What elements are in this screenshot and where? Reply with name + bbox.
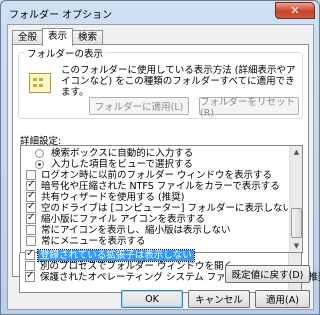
list-item[interactable]: 縮小版にファイル アイコンを表示する bbox=[23, 212, 291, 225]
list-item[interactable]: 常にメニューを表示する bbox=[23, 236, 291, 247]
scroll-down-icon[interactable]: ▼ bbox=[291, 240, 302, 252]
apply-button[interactable]: 適用(A) bbox=[255, 290, 310, 308]
list-item[interactable]: 入力した項目をビューで選択する bbox=[23, 159, 291, 170]
tab-search[interactable]: 検索 bbox=[72, 30, 104, 45]
folder-view-icon bbox=[29, 73, 51, 93]
checkbox[interactable] bbox=[26, 212, 36, 224]
reset-folders-button[interactable]: フォルダーをリセット(R) bbox=[199, 97, 299, 119]
ok-button[interactable]: OK bbox=[121, 290, 183, 308]
checkbox[interactable] bbox=[26, 225, 36, 235]
list-item[interactable]: 常にアイコンを表示し、縮小版は表示しない bbox=[23, 225, 291, 236]
scroll-up-icon[interactable]: ▲ bbox=[291, 146, 302, 158]
radio-button[interactable] bbox=[35, 149, 44, 158]
tab-view[interactable]: 表示 bbox=[42, 28, 74, 46]
list-scrollbar[interactable]: ▲ ▼ bbox=[289, 146, 302, 252]
close-icon: ✕ bbox=[290, 4, 300, 17]
scroll-thumb[interactable] bbox=[291, 208, 302, 238]
folder-options-window: フォルダー オプション ✕ 全般 表示 検索 フォルダーの表示 このフォルダーに… bbox=[0, 0, 320, 315]
list-item[interactable]: ログオン時に以前のフォルダー ウィンドウを表示する bbox=[23, 170, 291, 181]
list-item-selected[interactable]: 登録されている拡張子は表示しない bbox=[22, 248, 290, 262]
advanced-settings-list[interactable]: 検索ボックスに自動的に入力する 入力した項目をビューで選択する ログオン時に以前… bbox=[20, 145, 303, 253]
dialog-client: 全般 表示 検索 フォルダーの表示 このフォルダーに使用している表示方法 (詳細… bbox=[7, 24, 320, 310]
close-button[interactable]: ✕ bbox=[275, 2, 315, 19]
folder-views-group-label: フォルダーの表示 bbox=[25, 46, 106, 60]
checkbox[interactable] bbox=[25, 270, 35, 282]
view-tab-panel: フォルダーの表示 このフォルダーに使用している表示方法 (詳細表示やアイコンなど… bbox=[12, 44, 309, 277]
cancel-button[interactable]: キャンセル bbox=[188, 290, 250, 308]
checkbox[interactable] bbox=[25, 248, 35, 260]
tab-general[interactable]: 全般 bbox=[12, 30, 44, 45]
list-item[interactable]: 空のドライブは [コンピューター] フォルダーに表示しない bbox=[23, 201, 292, 214]
apply-to-folders-button[interactable]: フォルダーに適用(L) bbox=[89, 97, 189, 115]
list-item[interactable]: 共有ウィザードを使用する (推奨) bbox=[23, 190, 291, 203]
list-item[interactable]: 暗号化や圧縮された NTFS ファイルをカラーで表示する bbox=[23, 179, 291, 192]
radio-button[interactable] bbox=[35, 160, 44, 169]
list-item[interactable]: 検索ボックスに自動的に入力する bbox=[23, 148, 291, 159]
tab-strip: 全般 表示 検索 bbox=[12, 28, 104, 46]
window-title: フォルダー オプション bbox=[9, 10, 113, 21]
folder-views-group: フォルダーの表示 このフォルダーに使用している表示方法 (詳細表示やアイコンなど… bbox=[18, 46, 303, 119]
checkbox[interactable] bbox=[26, 236, 36, 246]
restore-defaults-button[interactable]: 既定値に戻す(D) bbox=[225, 265, 310, 283]
